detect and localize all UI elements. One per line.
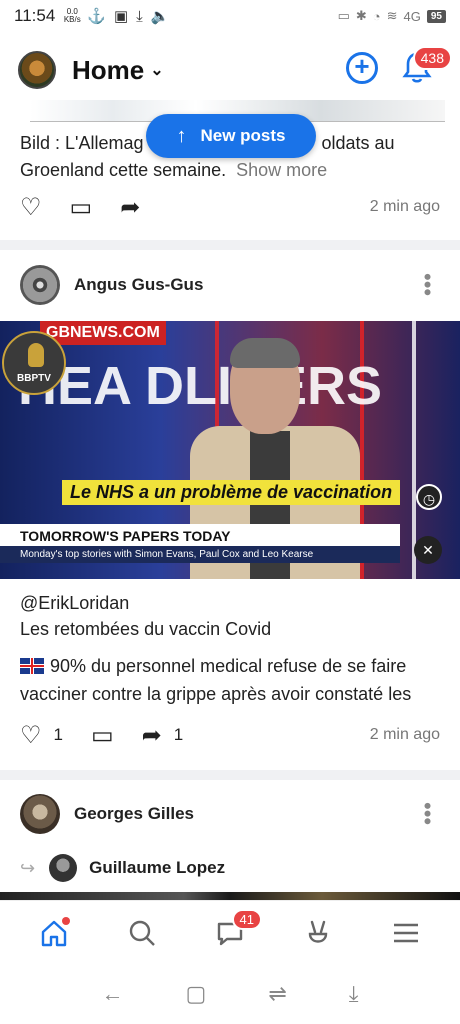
nfc-icon: ▭ xyxy=(337,8,350,23)
nav-reactions[interactable] xyxy=(298,913,338,953)
post-header: Georges Gilles ••• xyxy=(20,793,440,835)
system-navigation: ← ▢ ⇌ ⤓ xyxy=(0,964,460,1024)
clock-icon[interactable]: ◷ xyxy=(416,484,442,510)
channel-logo: BBPTV xyxy=(2,331,66,395)
unread-dot xyxy=(62,916,70,925)
new-posts-label: New posts xyxy=(200,126,286,145)
download-icon: ⤓ xyxy=(136,7,143,25)
nav-messages[interactable]: 41 xyxy=(210,908,262,953)
net-speed: 0.0 KB/s xyxy=(63,7,81,24)
chevron-down-icon: ⌄ xyxy=(150,62,164,79)
back-icon[interactable]: ← xyxy=(102,981,124,1007)
heart-icon: ♡ xyxy=(20,193,42,221)
ticker-subtitle: Monday's top stories with Simon Evans, P… xyxy=(0,546,400,563)
add-post-button[interactable]: + xyxy=(346,52,378,84)
wifi-icon: ≋ xyxy=(386,8,398,23)
like-count: 1 xyxy=(53,725,63,744)
reshare-icon: ↪ xyxy=(20,857,36,878)
bluetooth-icon: ✱ xyxy=(355,8,367,23)
ticker-title: TOMORROW'S PAPERS TODAY xyxy=(0,524,400,546)
new-posts-button[interactable]: ↑ New posts xyxy=(146,114,316,158)
share-icon: ➦ xyxy=(141,721,162,749)
arrow-up-icon: ↑ xyxy=(176,124,187,147)
mention[interactable]: @ErikLoridan xyxy=(20,590,445,616)
usb-icon: ⚓ xyxy=(87,8,106,25)
home-square-icon[interactable]: ▢ xyxy=(186,981,207,1007)
caption-left: Bild : L'Allemag xyxy=(20,133,144,153)
post-line: Les retombées du vaccin Covid xyxy=(20,619,272,639)
page-title: Home xyxy=(72,54,145,85)
video-player[interactable]: GBNEWS.COM HEA DLINERS BBPTV Le NHS a un… xyxy=(0,321,460,579)
status-bar: 11:54 0.0 KB/s ⚓ ▣ ⤓ 🔈 ▭ ✱ ◔ ≋ 4G 95 xyxy=(0,0,460,32)
shared-author-name[interactable]: Guillaume Lopez xyxy=(89,858,225,878)
post-time: 2 min ago xyxy=(369,726,440,743)
post-actions: ♡ ▭ ➦ 2 min ago xyxy=(20,192,440,222)
messages-badge: 41 xyxy=(231,908,262,930)
shared-from: ↪ Guillaume Lopez xyxy=(20,850,440,886)
post-text: @ErikLoridan Les retombées du vaccin Cov… xyxy=(20,590,445,642)
like-button[interactable]: ♡ xyxy=(20,193,42,222)
comment-icon: ▭ xyxy=(69,193,93,221)
top-app-bar: Home ⌄ + 438 xyxy=(0,40,460,100)
comment-button[interactable]: ▭ xyxy=(91,721,114,750)
heart-icon: ♡ xyxy=(20,721,42,749)
more-options-icon[interactable]: ••• xyxy=(414,802,440,825)
home-dropdown[interactable]: Home ⌄ xyxy=(72,55,164,86)
signal-icon: 4G xyxy=(403,8,421,24)
uk-flag-icon xyxy=(20,658,44,674)
bottom-navigation: 41 xyxy=(0,900,460,964)
comment-button[interactable]: ▭ xyxy=(70,193,93,222)
status-icons: ⚓ ▣ ⤓ 🔈 xyxy=(87,7,170,26)
status-right: ▭ ✱ ◔ ≋ 4G 95 xyxy=(338,8,446,24)
post-header: Angus Gus-Gus ••• xyxy=(20,264,440,306)
like-button[interactable]: ♡ 1 xyxy=(20,721,63,750)
alarm-icon: ◔ xyxy=(372,8,381,24)
share-button[interactable]: ➦ 1 xyxy=(142,721,184,750)
volume-icon: 🔈 xyxy=(150,8,170,25)
nav-home[interactable] xyxy=(34,913,74,953)
post-divider xyxy=(0,240,460,250)
comment-icon: ▭ xyxy=(90,721,114,749)
microphone-icon xyxy=(28,343,44,367)
share-count: 1 xyxy=(173,725,184,744)
notifications-badge: 438 xyxy=(412,46,452,70)
nav-search[interactable] xyxy=(122,913,162,953)
post-body: 90% du personnel medical refuse de se fa… xyxy=(20,656,412,704)
shared-author-avatar[interactable] xyxy=(49,854,78,882)
gbnews-banner: GBNEWS.COM xyxy=(40,321,166,345)
post-image-partial[interactable] xyxy=(0,892,460,900)
hand-wave-icon xyxy=(308,920,328,943)
author-avatar[interactable] xyxy=(20,265,60,305)
caption-line2: Groenland cette semaine. xyxy=(20,160,227,180)
nav-menu[interactable] xyxy=(386,913,426,953)
news-ticker: TOMORROW'S PAPERS TODAY Monday's top sto… xyxy=(0,524,418,564)
battery-icon: 95 xyxy=(426,9,446,23)
share-icon: ➦ xyxy=(120,193,141,221)
post-divider xyxy=(0,770,460,780)
mute-icon[interactable]: ✕ xyxy=(414,536,442,564)
caption-right: oldats au xyxy=(321,133,395,153)
post-time: 2 min ago xyxy=(369,198,440,215)
feed[interactable]: Bild : L'Allemag oldats au Groenland cett… xyxy=(0,100,460,900)
author-name[interactable]: Angus Gus-Gus xyxy=(74,275,203,295)
post-actions: ♡ 1 ▭ ➦ 1 2 min ago xyxy=(20,720,440,750)
status-time: 11:54 xyxy=(14,6,56,25)
profile-avatar[interactable] xyxy=(18,51,56,89)
share-button[interactable]: ➦ xyxy=(120,193,140,222)
video-subtitle: Le NHS a un problème de vaccination xyxy=(62,480,401,505)
recents-icon[interactable]: ⇌ xyxy=(268,981,286,1007)
author-avatar[interactable] xyxy=(20,794,60,834)
menu-icon xyxy=(394,923,418,942)
show-more-link[interactable]: Show more xyxy=(236,160,327,180)
author-name[interactable]: Georges Gilles xyxy=(74,804,194,824)
search-icon xyxy=(129,920,155,946)
more-options-icon[interactable]: ••• xyxy=(414,273,440,296)
screenshot-icon: ▣ xyxy=(113,8,129,25)
notification-shade-icon[interactable]: ⤓ xyxy=(349,981,359,1007)
